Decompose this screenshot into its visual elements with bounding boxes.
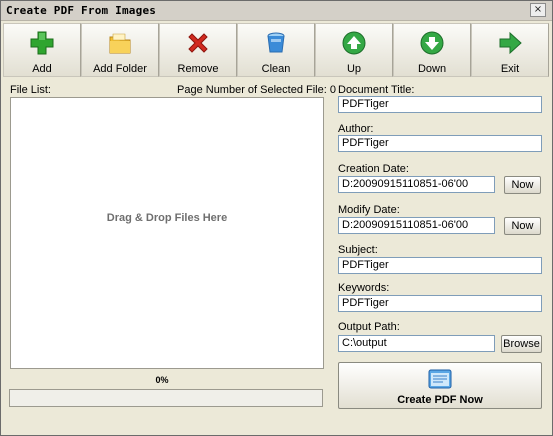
down-icon xyxy=(420,31,444,55)
progress-percent: 0% xyxy=(155,375,169,385)
page-number-label: Page Number of Selected File: 0 xyxy=(177,84,336,96)
clean-button-label: Clean xyxy=(261,63,291,75)
output-path-label: Output Path: xyxy=(338,321,400,333)
document-title-field[interactable]: PDFTiger xyxy=(338,96,542,113)
creation-date-label: Creation Date: xyxy=(338,163,409,175)
close-button[interactable]: × xyxy=(530,3,546,17)
subject-label: Subject: xyxy=(338,244,378,256)
creation-date-field[interactable]: D:20090915110851-06'00 xyxy=(338,176,495,193)
folder-icon xyxy=(109,33,131,54)
add-icon xyxy=(30,31,54,55)
toolbar: Add Add Folder Remove Clean Up Down Exit xyxy=(3,23,550,77)
up-button-label: Up xyxy=(346,63,362,75)
pdf-window-icon xyxy=(428,369,452,389)
remove-icon xyxy=(188,33,208,53)
add-folder-button-label: Add Folder xyxy=(93,63,147,75)
close-icon: × xyxy=(533,4,543,15)
browse-button[interactable]: Browse xyxy=(501,335,542,353)
down-button-label: Down xyxy=(417,63,447,75)
create-pdf-button-label: Create PDF Now xyxy=(397,394,483,406)
remove-button[interactable]: Remove xyxy=(159,23,237,77)
file-list-label: File List: xyxy=(10,84,51,96)
document-title-label: Document Title: xyxy=(338,84,415,96)
window-title: Create PDF From Images xyxy=(6,4,157,17)
clean-button[interactable]: Clean xyxy=(237,23,315,77)
file-list[interactable]: Drag & Drop Files Here xyxy=(10,97,324,369)
title-bar: Create PDF From Images × xyxy=(1,1,552,21)
exit-button[interactable]: Exit xyxy=(471,23,549,77)
add-folder-button[interactable]: Add Folder xyxy=(81,23,159,77)
keywords-field[interactable]: PDFTiger xyxy=(338,295,542,312)
modify-date-label: Modify Date: xyxy=(338,204,400,216)
add-button-label: Add xyxy=(32,63,52,75)
author-field[interactable]: PDFTiger xyxy=(338,135,542,152)
author-label: Author: xyxy=(338,123,374,135)
clean-icon xyxy=(267,32,285,53)
add-button[interactable]: Add xyxy=(3,23,81,77)
output-path-field[interactable]: C:\output xyxy=(338,335,495,352)
app-window: Create PDF From Images × Add Add Folder xyxy=(0,0,553,436)
modify-date-field[interactable]: D:20090915110851-06'00 xyxy=(338,217,495,234)
subject-field[interactable]: PDFTiger xyxy=(338,257,542,274)
exit-icon xyxy=(499,31,522,55)
up-icon xyxy=(342,31,366,55)
remove-button-label: Remove xyxy=(177,63,219,75)
modify-date-now-button[interactable]: Now xyxy=(504,217,541,235)
create-pdf-button[interactable]: Create PDF Now xyxy=(338,362,542,409)
exit-button-label: Exit xyxy=(500,63,520,75)
drop-files-message: Drag & Drop Files Here xyxy=(106,212,228,224)
up-button[interactable]: Up xyxy=(315,23,393,77)
keywords-label: Keywords: xyxy=(338,282,390,294)
creation-date-now-button[interactable]: Now xyxy=(504,176,541,194)
progress-bar xyxy=(9,389,323,407)
down-button[interactable]: Down xyxy=(393,23,471,77)
